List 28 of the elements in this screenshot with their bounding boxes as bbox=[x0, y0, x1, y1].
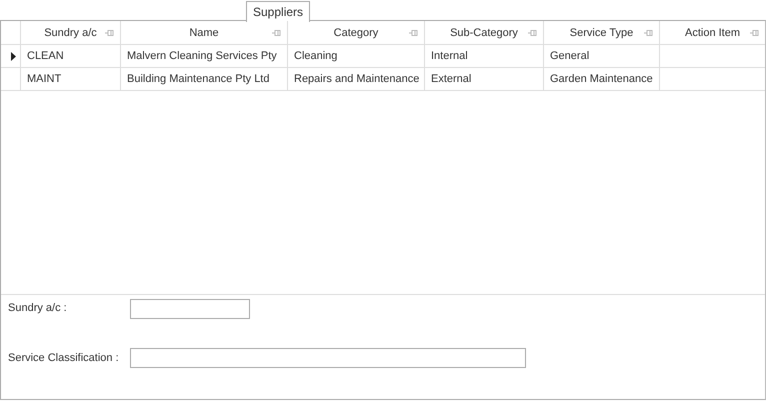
table-cell: Internal bbox=[431, 50, 468, 62]
column-header[interactable]: Name bbox=[121, 21, 288, 44]
table-cell: Cleaning bbox=[294, 50, 338, 62]
input-field[interactable] bbox=[130, 348, 526, 368]
pin-icon[interactable] bbox=[105, 30, 114, 36]
field-label: Sundry a/c : bbox=[8, 302, 68, 314]
table-cell: Building Maintenance Pty Ltd bbox=[127, 73, 270, 85]
pin-icon[interactable] bbox=[750, 30, 759, 36]
pin-icon[interactable] bbox=[528, 30, 537, 36]
pin-icon[interactable] bbox=[644, 30, 653, 36]
suppliers-tab[interactable]: Suppliers bbox=[246, 1, 310, 22]
table-cell: External bbox=[431, 73, 472, 85]
table-cell: Malvern Cleaning Services Pty bbox=[127, 50, 277, 62]
column-header[interactable]: Sundry a/c bbox=[21, 21, 121, 44]
table-cell: General bbox=[550, 50, 590, 62]
arrow-icon bbox=[11, 52, 16, 60]
field-label: Service Classification : bbox=[8, 352, 120, 364]
pin-icon[interactable] bbox=[272, 30, 281, 36]
table-cell: MAINT bbox=[27, 73, 62, 85]
column-header[interactable]: Action Item bbox=[660, 21, 765, 44]
column-header[interactable]: Sub-Category bbox=[425, 21, 544, 44]
column-header[interactable]: Service Type bbox=[544, 21, 660, 44]
column-header[interactable]: Category bbox=[288, 21, 425, 44]
pin-icon[interactable] bbox=[409, 30, 418, 36]
table-cell: CLEAN bbox=[27, 50, 64, 62]
table-cell: Repairs and Maintenance bbox=[294, 73, 420, 85]
table-cell: Garden Maintenance bbox=[550, 73, 653, 85]
input-field[interactable] bbox=[130, 299, 250, 319]
